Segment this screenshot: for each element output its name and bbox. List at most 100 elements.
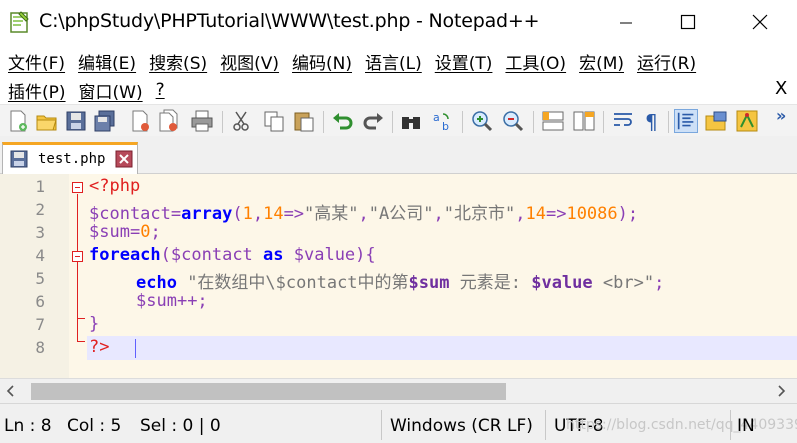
code-token: ){ [355, 245, 376, 265]
menu-plugins[interactable]: 插件(P) [8, 78, 66, 103]
menu-language[interactable]: 语言(L) [365, 49, 422, 74]
status-separator [545, 410, 546, 440]
code-token: ( [160, 245, 171, 265]
code-editor[interactable]: 1 2 3 4 5 6 7 8 <?php $contact=array(1,1… [0, 174, 797, 378]
open-file-icon[interactable] [35, 109, 59, 133]
code-token: , [433, 204, 444, 224]
menu-run[interactable]: 运行(R) [637, 49, 696, 74]
code-token: => [545, 204, 567, 224]
toolbar-separator [533, 111, 534, 133]
menu-edit[interactable]: 编辑(E) [78, 49, 136, 74]
new-file-icon[interactable] [6, 109, 30, 133]
word-wrap-icon[interactable] [611, 109, 635, 133]
close-document-button[interactable]: X [775, 78, 787, 99]
fold-toggle-icon[interactable] [72, 251, 83, 262]
tab-test-php[interactable]: test.php [2, 142, 138, 174]
save-icon[interactable] [64, 109, 88, 133]
horizontal-scrollbar[interactable] [0, 378, 797, 403]
code-token: ); [617, 204, 639, 224]
code-token: 10086 [566, 204, 618, 224]
close-all-icon[interactable] [157, 109, 181, 133]
code-line-7: } [89, 314, 99, 334]
fold-toggle-icon[interactable] [72, 182, 83, 193]
close-file-icon[interactable] [128, 109, 152, 133]
close-window-button[interactable] [730, 0, 790, 44]
fold-end-marker [77, 318, 85, 319]
status-separator [730, 410, 731, 440]
code-token: 1 [242, 204, 253, 224]
scrollbar-thumb[interactable] [31, 383, 506, 400]
code-token: ( [232, 204, 243, 224]
zoom-out-icon[interactable] [501, 109, 525, 133]
menu-search[interactable]: 搜索(S) [149, 49, 207, 74]
svg-text:b: b [442, 120, 449, 133]
cut-icon[interactable] [230, 109, 254, 133]
zoom-in-icon[interactable] [470, 109, 494, 133]
scroll-right-arrow-icon[interactable] [774, 384, 788, 398]
toolbar-overflow-chevron-icon[interactable]: » [776, 106, 786, 125]
code-line-6: $sum++; [136, 291, 208, 311]
minimize-button[interactable] [596, 0, 656, 44]
line-number: 5 [35, 269, 45, 288]
code-token: foreach [89, 245, 161, 265]
line-number: 7 [35, 315, 45, 334]
code-token: , [252, 204, 264, 224]
toolbar-separator [668, 111, 669, 133]
toolbar-separator [603, 111, 604, 133]
svg-text:a: a [433, 111, 440, 124]
menu-file[interactable]: 文件(F) [8, 49, 65, 74]
watermark: https://blog.csdn.net/qq_44093397 [566, 417, 797, 433]
minimize-icon [620, 22, 632, 24]
status-line: Ln : 8 [4, 416, 52, 436]
code-token: <br>" [592, 273, 655, 293]
line-number: 4 [35, 246, 45, 265]
status-insert-mode: IN [737, 416, 755, 436]
save-all-icon[interactable] [93, 109, 117, 133]
scroll-left-arrow-icon[interactable] [4, 384, 18, 398]
copy-icon[interactable] [262, 109, 286, 133]
sync-horizontal-icon[interactable] [572, 109, 596, 133]
folder-workspace-icon[interactable] [704, 109, 728, 133]
code-line-1: <?php [89, 176, 140, 196]
status-selection: Sel : 0 | 0 [140, 416, 221, 436]
title-bar: C:\phpStudy\PHPTutorial\WWW\test.php - N… [0, 0, 797, 44]
code-token: ++; [176, 291, 208, 311]
toolbar-separator [323, 111, 324, 133]
save-state-icon [10, 150, 28, 168]
tab-close-icon[interactable] [115, 150, 133, 168]
function-list-icon[interactable] [735, 109, 759, 133]
paste-icon[interactable] [292, 109, 316, 133]
toolbar-separator [462, 111, 463, 133]
line-number: 8 [35, 338, 45, 357]
menu-view[interactable]: 视图(V) [220, 49, 279, 74]
fold-end-marker [77, 341, 85, 342]
menu-settings[interactable]: 设置(T) [435, 49, 493, 74]
redo-icon[interactable] [361, 109, 385, 133]
code-token: echo [136, 273, 188, 293]
indent-guide-icon[interactable] [674, 109, 698, 133]
menu-help[interactable]: ? [156, 80, 165, 100]
code-token: as [263, 245, 294, 265]
find-icon[interactable] [399, 109, 423, 133]
print-icon[interactable] [190, 109, 214, 133]
show-all-chars-icon[interactable]: ¶ [640, 109, 664, 133]
code-token: $contact [170, 245, 264, 265]
code-line-3: $sum=0; [89, 222, 161, 242]
fold-margin [69, 174, 87, 378]
code-token: $contact [89, 204, 171, 224]
undo-icon[interactable] [331, 109, 355, 133]
menu-window[interactable]: 窗口(W) [79, 78, 143, 103]
code-token: 0 [140, 222, 151, 242]
replace-icon[interactable]: ab [431, 109, 455, 133]
menu-tools[interactable]: 工具(O) [505, 49, 566, 74]
code-token: , [515, 204, 526, 224]
sync-vertical-icon[interactable] [541, 109, 565, 133]
maximize-button[interactable] [658, 0, 718, 44]
code-token: "北京市" [443, 204, 516, 224]
code-token: ; [150, 222, 161, 242]
menu-bar: 文件(F) 编辑(E) 搜索(S) 视图(V) 编码(N) 语言(L) 设置(T… [0, 44, 797, 104]
menu-macro[interactable]: 宏(M) [579, 49, 624, 74]
code-token: <?php [89, 176, 141, 196]
menu-encoding[interactable]: 编码(N) [292, 49, 352, 74]
code-token: , [358, 204, 369, 224]
